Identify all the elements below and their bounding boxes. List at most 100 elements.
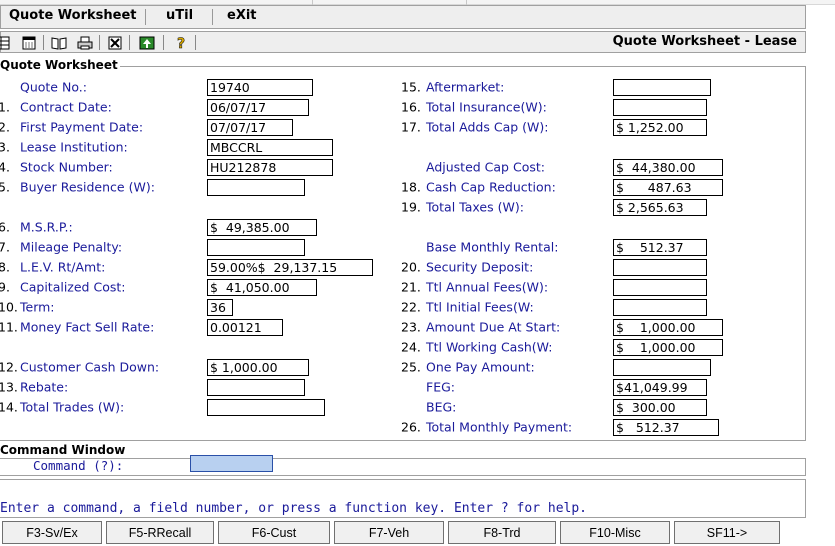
left-field-number: 7.	[0, 239, 10, 255]
f8-trade-button[interactable]: F8-Trd	[448, 521, 556, 544]
right-field-label: Total Taxes (W):	[426, 199, 524, 215]
f10-misc-button[interactable]: F10-Misc	[560, 521, 670, 544]
left-field-number: 4.	[0, 159, 10, 175]
left-field-label: Mileage Penalty:	[20, 239, 123, 255]
menu-util[interactable]: uTil	[146, 5, 212, 29]
left-field-label: First Payment Date:	[20, 119, 144, 135]
close-icon[interactable]	[107, 35, 123, 50]
f3-save-exit-button[interactable]: F3-Sv/Ex	[2, 521, 102, 544]
sf11-more-button[interactable]: SF11->	[674, 521, 780, 544]
right-field-value[interactable]	[613, 79, 711, 96]
left-field-value[interactable]: $ 41,050.00	[207, 279, 317, 296]
right-field-number: 25.	[401, 359, 421, 375]
right-field-label: Total Monthly Payment:	[426, 419, 573, 435]
right-field-label: One Pay Amount:	[426, 359, 535, 375]
left-field-label: Customer Cash Down:	[20, 359, 160, 375]
tree-icon[interactable]	[139, 35, 155, 50]
grid-icon[interactable]	[0, 35, 11, 50]
left-field-number: 13.	[0, 379, 18, 395]
left-field-value[interactable]: 06/07/17	[207, 99, 309, 116]
left-field-label: Buyer Residence (W):	[20, 179, 155, 195]
left-field-label: Quote No.:	[20, 79, 87, 95]
left-field-value[interactable]	[207, 379, 305, 396]
left-field-label: Rebate:	[20, 379, 69, 395]
left-field-label: Contract Date:	[20, 99, 112, 115]
right-field-number: 24.	[401, 339, 421, 355]
right-field-label: Ttl Initial Fees(W:	[426, 299, 534, 315]
right-field-value[interactable]	[613, 259, 707, 276]
function-key-bar: F3-Sv/Ex F5-RRecall F6-Cust F7-Veh F8-Tr…	[0, 521, 835, 546]
help-icon[interactable]: ?	[173, 35, 189, 50]
f5-recall-button[interactable]: F5-RRecall	[106, 521, 214, 544]
left-field-label: M.S.R.P.:	[20, 219, 73, 235]
left-field-value[interactable]: 07/07/17	[207, 119, 293, 136]
right-field-value[interactable]	[613, 299, 707, 316]
svg-text:?: ?	[177, 36, 185, 50]
left-field-number: 8.	[0, 259, 10, 275]
left-field-value[interactable]: 19740	[207, 79, 313, 96]
left-field-value[interactable]	[207, 239, 305, 256]
right-field-value[interactable]: $ 1,000.00	[613, 339, 723, 356]
f6-customer-button[interactable]: F6-Cust	[218, 521, 330, 544]
left-field-number: 9.	[0, 279, 10, 295]
left-field-value[interactable]: 59.00%$ 29,137.15	[207, 259, 373, 276]
right-field-value[interactable]	[613, 99, 707, 116]
left-field-value[interactable]: HU212878	[207, 159, 333, 176]
right-field-value[interactable]	[613, 279, 707, 296]
right-field-number: 15.	[401, 79, 421, 95]
left-field-label: Total Trades (W):	[20, 399, 125, 415]
left-field-label: Term:	[20, 299, 55, 315]
right-field-label: Ttl Annual Fees(W):	[426, 279, 549, 295]
menu-exit[interactable]: eXit	[213, 5, 257, 29]
right-field-value[interactable]: $41,049.99	[613, 379, 707, 396]
left-field-value[interactable]	[207, 399, 325, 416]
right-field-label: Total Insurance(W):	[426, 99, 547, 115]
right-field-value[interactable]	[613, 359, 711, 376]
right-field-number: 20.	[401, 259, 421, 275]
right-field-value[interactable]: $ 512.37	[613, 419, 719, 436]
left-field-value[interactable]: $ 1,000.00	[207, 359, 309, 376]
right-field-value[interactable]: $ 512.37	[613, 239, 707, 256]
calendar-icon[interactable]	[21, 35, 37, 50]
f7-vehicle-button[interactable]: F7-Veh	[334, 521, 444, 544]
left-field-number: 14.	[0, 399, 18, 415]
left-field-number: 2.	[0, 119, 10, 135]
left-field-label: Stock Number:	[20, 159, 113, 175]
right-field-number: 22.	[401, 299, 421, 315]
right-field-label: Base Monthly Rental:	[426, 239, 559, 255]
left-field-value[interactable]	[207, 179, 305, 196]
left-field-value[interactable]: $ 49,385.00	[207, 219, 317, 236]
left-field-number: 3.	[0, 139, 10, 155]
toolbar: ? Quote Worksheet - Lease	[0, 31, 806, 53]
right-field-value[interactable]: $ 300.00	[613, 399, 707, 416]
right-field-label: Ttl Working Cash(W:	[426, 339, 553, 355]
left-field-number: 12.	[0, 359, 18, 375]
right-field-value[interactable]: $ 1,252.00	[613, 119, 707, 136]
left-field-number: 11.	[0, 319, 18, 335]
right-field-label: Adjusted Cap Cost:	[426, 159, 545, 175]
menu-quote-worksheet[interactable]: Quote Worksheet	[1, 5, 145, 29]
help-message: Enter a command, a field number, or pres…	[0, 501, 587, 516]
right-field-value[interactable]: $ 44,380.00	[613, 159, 723, 176]
right-field-value[interactable]: $ 1,000.00	[613, 319, 723, 336]
panel-title: Quote Worksheet	[0, 58, 120, 72]
right-field-label: Aftermarket:	[426, 79, 505, 95]
left-field-value[interactable]: 36	[207, 299, 233, 316]
menu-bar: Quote Worksheet uTil eXit	[0, 5, 806, 29]
left-field-label: Capitalized Cost:	[20, 279, 126, 295]
right-field-number: 21.	[401, 279, 421, 295]
command-input[interactable]	[190, 455, 273, 472]
right-field-number: 23.	[401, 319, 421, 335]
right-field-label: BEG:	[426, 399, 457, 415]
right-field-value[interactable]: $ 487.63	[613, 179, 723, 196]
book-icon[interactable]	[51, 35, 67, 50]
right-field-label: Security Deposit:	[426, 259, 534, 275]
left-field-value[interactable]: 0.00121	[207, 319, 283, 336]
left-field-value[interactable]: MBCCRL	[207, 139, 333, 156]
left-field-number: 10.	[0, 299, 18, 315]
right-field-value[interactable]: $ 2,565.63	[613, 199, 707, 216]
left-field-number: 6.	[0, 219, 10, 235]
printer-icon[interactable]	[77, 35, 93, 50]
command-label: Command (?):	[33, 458, 124, 473]
right-field-number: 26.	[401, 419, 421, 435]
